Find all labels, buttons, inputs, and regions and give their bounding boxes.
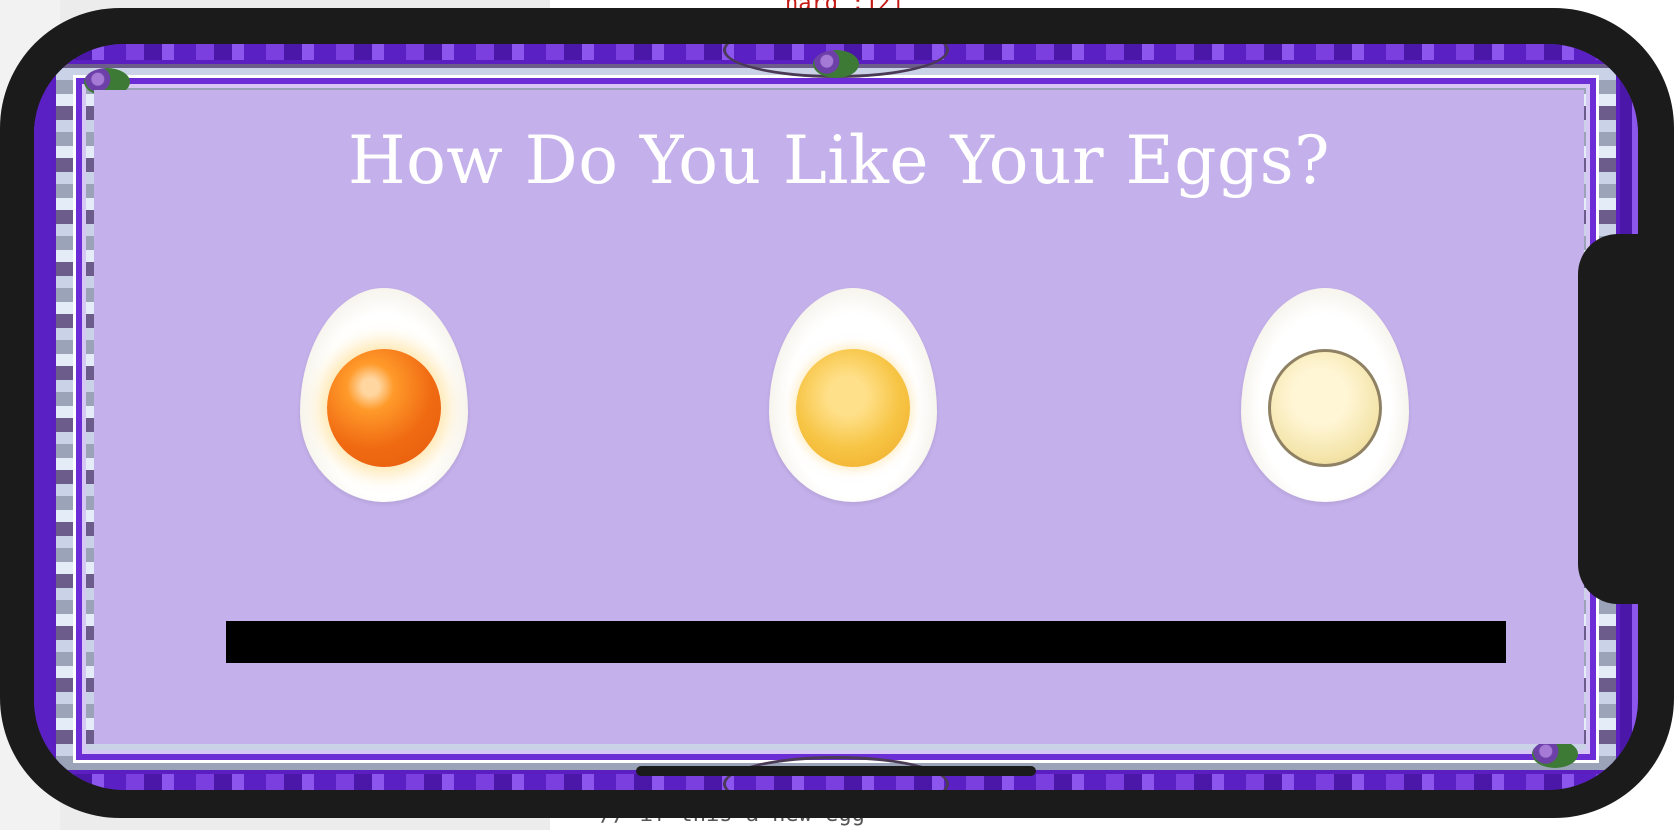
device-notch [1578, 234, 1638, 604]
soft-egg-button[interactable] [300, 288, 468, 502]
grape-cluster-icon [1532, 740, 1578, 768]
hard-yolk-icon [1268, 348, 1382, 467]
grape-cluster-icon [813, 50, 859, 78]
medium-egg-button[interactable] [769, 288, 937, 502]
page-title: How Do You Like Your Eggs? [348, 122, 1330, 199]
iphone-simulator-frame: How Do You Like Your Eggs? [0, 8, 1674, 818]
medium-yolk-icon [796, 348, 910, 467]
timer-progress-bar [226, 621, 1506, 663]
device-screen: How Do You Like Your Eggs? [34, 44, 1638, 790]
home-indicator[interactable] [636, 766, 1036, 776]
hard-egg-button[interactable] [1241, 288, 1409, 502]
soft-yolk-icon [327, 348, 441, 467]
app-content: How Do You Like Your Eggs? [94, 90, 1584, 744]
